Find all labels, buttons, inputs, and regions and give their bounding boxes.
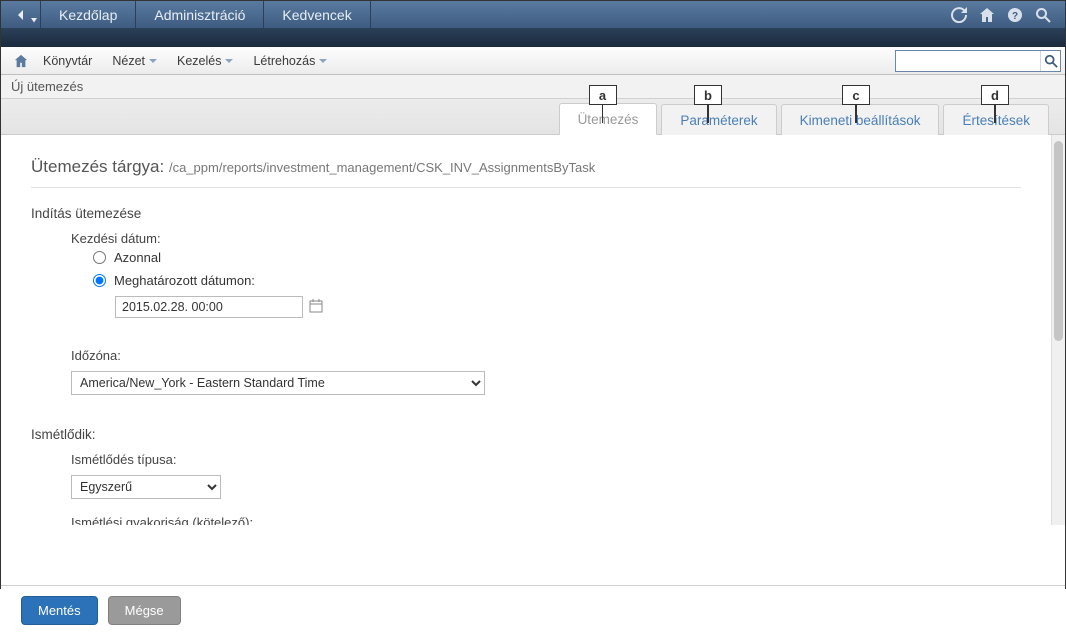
scrollbar[interactable] xyxy=(1051,135,1065,525)
tab-output[interactable]: Kimeneti beállítások xyxy=(781,104,940,135)
refresh-icon[interactable] xyxy=(951,7,967,23)
secondary-search xyxy=(895,50,1061,72)
title-bar: Új ütemezés xyxy=(1,75,1065,99)
radio-specific[interactable] xyxy=(93,274,106,287)
timezone-select[interactable]: America/New_York - Eastern Standard Time xyxy=(71,371,485,395)
home-icon[interactable] xyxy=(979,7,995,23)
chevron-down-icon xyxy=(149,59,157,63)
repeat-freq-label: Ismétlési gyakoriság (kötelező): xyxy=(71,515,1021,525)
nav-back-button[interactable] xyxy=(1,1,41,28)
sec-menu-manage[interactable]: Kezelés xyxy=(167,47,243,74)
search-input[interactable] xyxy=(895,50,1061,72)
radio-immediate[interactable] xyxy=(93,251,106,264)
scrollbar-thumb[interactable] xyxy=(1054,141,1063,341)
start-date-input[interactable] xyxy=(115,296,303,318)
top-bar-right: ? xyxy=(937,1,1065,28)
secondary-bar: Könyvtár Nézet Kezelés Létrehozás xyxy=(1,47,1065,75)
sec-menu-label: Létrehozás xyxy=(253,54,315,68)
subject-row: Ütemezés tárgya: /ca_ppm/reports/investm… xyxy=(31,157,1021,188)
section-start-schedule-title: Indítás ütemezése xyxy=(31,206,1021,221)
radio-immediate-label: Azonnal xyxy=(114,250,161,265)
chevron-down-icon xyxy=(319,59,327,63)
top-menu-admin[interactable]: Adminisztráció xyxy=(136,1,264,28)
page-title: Új ütemezés xyxy=(11,79,83,94)
sec-menu-label: Kezelés xyxy=(177,54,221,68)
footer-bar: Mentés Mégse xyxy=(1,585,1065,635)
tabs-area: a b c d Ütemezés Paraméterek Kimeneti be… xyxy=(1,99,1065,135)
top-bar: Kezdőlap Adminisztráció Kedvencek ? xyxy=(1,1,1065,29)
cancel-button[interactable]: Mégse xyxy=(108,596,181,625)
search-button[interactable] xyxy=(1040,51,1060,71)
search-icon[interactable] xyxy=(1035,7,1051,23)
content: Ütemezés tárgya: /ca_ppm/reports/investm… xyxy=(1,135,1051,525)
chevron-down-icon xyxy=(225,59,233,63)
timezone-label: Időzóna: xyxy=(71,348,1021,363)
tab-parameters[interactable]: Paraméterek xyxy=(661,104,776,135)
section-repeat-title: Ismétlődik: xyxy=(31,427,1021,442)
top-menu-favorites[interactable]: Kedvencek xyxy=(264,1,370,28)
sub-top-bar xyxy=(1,29,1065,47)
tab-notifications[interactable]: Értesítések xyxy=(943,104,1049,135)
sec-menu-view[interactable]: Nézet xyxy=(102,47,167,74)
save-button[interactable]: Mentés xyxy=(21,596,98,625)
help-icon[interactable]: ? xyxy=(1007,7,1023,23)
sec-menu-library[interactable]: Könyvtár xyxy=(33,47,102,74)
sec-menu-create[interactable]: Létrehozás xyxy=(243,47,337,74)
svg-text:?: ? xyxy=(1012,11,1018,22)
top-bar-left: Kezdőlap Adminisztráció Kedvencek xyxy=(1,1,371,28)
tab-schedule[interactable]: Ütemezés xyxy=(559,103,658,135)
top-bar-spacer xyxy=(371,1,937,28)
repeat-type-select[interactable]: Egyszerű xyxy=(71,475,221,499)
content-wrapper: Ütemezés tárgya: /ca_ppm/reports/investm… xyxy=(1,135,1065,585)
radio-specific-label: Meghatározott dátumon: xyxy=(114,273,255,288)
top-menu-home[interactable]: Kezdőlap xyxy=(41,1,136,28)
repeat-type-label: Ismétlődés típusa: xyxy=(71,452,1021,467)
subject-path: /ca_ppm/reports/investment_management/CS… xyxy=(169,160,595,175)
sec-menu-label: Könyvtár xyxy=(43,54,92,68)
subject-label: Ütemezés tárgya: xyxy=(31,157,164,176)
start-date-label: Kezdési dátum: xyxy=(71,231,1021,246)
calendar-icon[interactable] xyxy=(309,299,323,316)
home-icon-secondary[interactable] xyxy=(9,54,33,68)
sec-menu-label: Nézet xyxy=(112,54,145,68)
